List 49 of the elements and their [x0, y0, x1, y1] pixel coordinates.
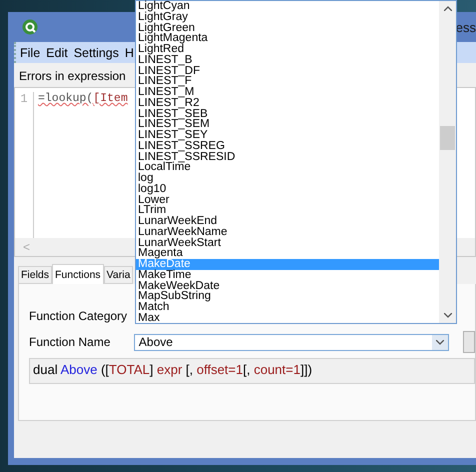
- list-item[interactable]: Magenta: [136, 248, 439, 259]
- error-message: Errors in expression: [19, 69, 126, 85]
- list-item[interactable]: MakeWeekDate: [136, 280, 439, 292]
- menu-item[interactable]: H: [124, 46, 134, 60]
- list-item[interactable]: Lower: [136, 194, 439, 206]
- list-item[interactable]: Max: [136, 312, 439, 324]
- caret-icon[interactable]: [436, 340, 444, 344]
- list-item[interactable]: LightCyan: [136, 1, 439, 12]
- tab[interactable]: Fields: [18, 266, 52, 284]
- list-item[interactable]: LINEST_F: [136, 76, 439, 87]
- tab[interactable]: Varia: [104, 266, 134, 284]
- list-item[interactable]: LINEST_SSREG: [136, 140, 439, 152]
- expression-code: =lookup([Item: [38, 92, 128, 107]
- list-item[interactable]: LunarWeekStart: [136, 238, 439, 248]
- list-item[interactable]: LTrim: [136, 205, 439, 216]
- syntax-text: dual Above ([TOTAL] expr [, offset=1[, count=1]]): [29, 358, 475, 384]
- list-item[interactable]: LINEST_SEY: [136, 130, 439, 141]
- window-title: ess: [456, 20, 476, 34]
- list-item[interactable]: MakeTime: [136, 270, 439, 280]
- list-item[interactable]: LINEST_M: [136, 87, 439, 98]
- vertical-scrollbar[interactable]: [439, 1, 456, 323]
- menu-item[interactable]: Edit: [46, 46, 68, 60]
- app-logo-icon: [22, 19, 38, 35]
- list-item[interactable]: LocalTime: [136, 162, 439, 173]
- field-label: Function Name: [29, 335, 112, 349]
- scroll-thumb[interactable]: [440, 126, 455, 150]
- list-item[interactable]: LunarWeekName: [136, 226, 439, 238]
- menu-item[interactable]: File: [20, 46, 40, 60]
- list-item[interactable]: MapSubString: [136, 291, 439, 302]
- list-item[interactable]: LightMagenta: [136, 33, 439, 44]
- list-item[interactable]: LightRed: [136, 44, 439, 55]
- list-item[interactable]: Match: [136, 302, 439, 313]
- list-item[interactable]: LINEST_R2: [136, 98, 439, 108]
- list-item[interactable]: LINEST_SEB: [136, 108, 439, 120]
- list-item[interactable]: LightGray: [136, 12, 439, 22]
- list-item[interactable]: LightGreen: [136, 22, 439, 34]
- list-item[interactable]: LINEST_SEM: [136, 119, 439, 130]
- list-item[interactable]: LINEST_DF: [136, 66, 439, 76]
- scroll-down-icon[interactable]: [444, 313, 452, 318]
- list-item[interactable]: LINEST_SSRESID: [136, 152, 439, 162]
- scroll-up-icon[interactable]: [444, 6, 452, 11]
- tab[interactable]: Functions: [52, 264, 104, 284]
- list-item[interactable]: log: [136, 173, 439, 184]
- function-name-select[interactable]: Above: [134, 334, 450, 350]
- menu-item[interactable]: Settings: [74, 46, 119, 60]
- list-item[interactable]: LINEST_B: [136, 54, 439, 66]
- list-item[interactable]: LunarWeekEnd: [136, 216, 439, 227]
- list-item[interactable]: log10: [136, 184, 439, 194]
- field-label: Function Category: [29, 309, 128, 323]
